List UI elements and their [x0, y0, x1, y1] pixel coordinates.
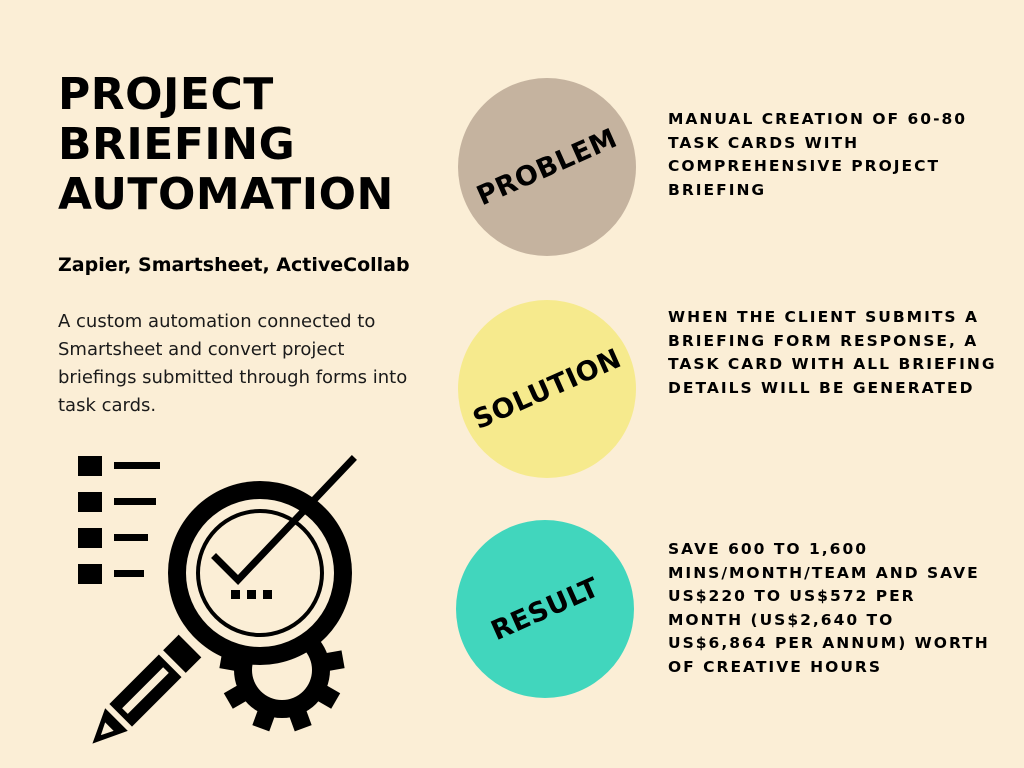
- solution-text: WHEN THE CLIENT SUBMITS A BRIEFING FORM …: [668, 308, 997, 397]
- checklist-magnifier-pencil-gear-icon: [70, 448, 370, 748]
- result-circle: RESULT: [456, 520, 634, 698]
- problem-label: PROBLEM: [472, 122, 622, 212]
- title-line: AUTOMATION: [58, 169, 394, 220]
- problem-circle: PROBLEM: [458, 78, 636, 256]
- magnifier-icon: [168, 455, 357, 665]
- page-title: PROJECT BRIEFING AUTOMATION: [58, 70, 438, 220]
- solution-label: SOLUTION: [468, 342, 626, 436]
- project-description: A custom automation connected to Smartsh…: [58, 311, 408, 416]
- problem-text: MANUAL CREATION OF 60-80 TASK CARDS WITH…: [668, 110, 968, 199]
- result-text: SAVE 600 TO 1,600 MINS/MONTH/TEAM AND SA…: [668, 540, 990, 676]
- checklist-icon: [78, 456, 160, 584]
- result-label: RESULT: [486, 571, 604, 647]
- tools-subtitle: Zapier, Smartsheet, ActiveCollab: [58, 254, 410, 276]
- solution-circle: SOLUTION: [458, 300, 636, 478]
- title-line: BRIEFING: [58, 119, 296, 170]
- pencil-icon: [92, 634, 202, 744]
- title-line: PROJECT: [58, 69, 274, 120]
